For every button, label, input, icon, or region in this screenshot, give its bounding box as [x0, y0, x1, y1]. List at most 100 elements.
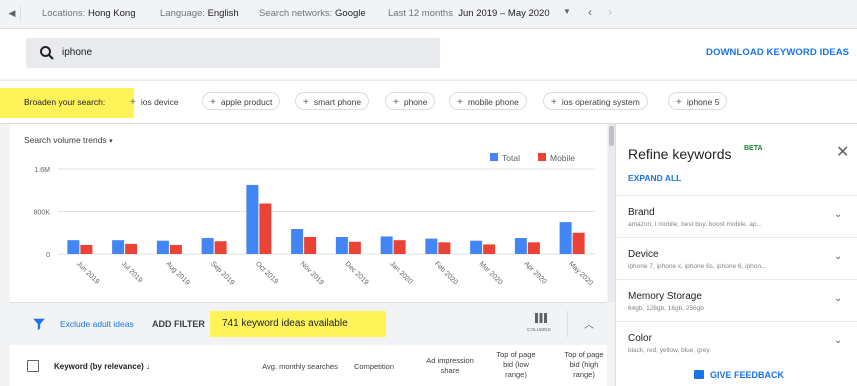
y-tick-label: 0 — [46, 252, 50, 259]
bar-mobile — [214, 241, 227, 254]
refine-section-device[interactable]: Device iphone 7, iphone x, iphone 6s, ip… — [616, 237, 857, 280]
location-setting[interactable]: Locations: Hong Kong — [42, 8, 136, 19]
x-tick-label: Dec 2019 — [343, 260, 369, 286]
bar-total — [156, 240, 169, 254]
competition-column-header[interactable]: Competition — [344, 362, 404, 372]
bar-total — [559, 222, 572, 254]
section-name: Color — [628, 333, 652, 344]
chip-label: iphone 5 — [686, 97, 720, 107]
refine-title: Refine keywords — [628, 146, 732, 162]
bar-total — [112, 240, 125, 254]
chip-label: mobile phone — [467, 97, 519, 107]
x-tick-label: Feb 2020 — [433, 260, 459, 286]
bar-mobile — [572, 232, 585, 254]
keyword-column-header[interactable]: Keyword (by relevance) ↓ — [54, 362, 150, 371]
bar-mobile — [393, 240, 406, 254]
plus-icon: + — [303, 97, 309, 108]
broaden-chip[interactable]: + phone — [385, 92, 436, 110]
refine-section-color[interactable]: Color black, red, yellow, blue, grey ⌄ — [616, 321, 857, 364]
section-name: Brand — [628, 207, 655, 218]
refine-section-brand[interactable]: Brand amazon, t mobile, best buy, boost … — [616, 195, 857, 238]
plus-icon: + — [457, 97, 463, 108]
bar-mobile — [169, 244, 182, 254]
y-tick-label: 1.6M — [34, 167, 50, 174]
scrollbar-thumb[interactable] — [609, 126, 614, 146]
networks-value: Google — [335, 8, 366, 19]
search-input[interactable]: iphone — [26, 38, 440, 68]
download-keyword-ideas-button[interactable]: DOWNLOAD KEYWORD IDEAS — [706, 47, 849, 58]
close-icon[interactable]: ✕ — [836, 142, 849, 162]
refine-section-memory-storage[interactable]: Memory Storage 64gb, 128gb, 16gb, 256gb … — [616, 279, 857, 322]
chip-label: apple product — [220, 97, 273, 107]
impression-share-column-header[interactable]: Ad impression share — [420, 356, 480, 376]
section-summary: 64gb, 128gb, 16gb, 256gb — [628, 305, 704, 312]
legend-label: Total — [502, 153, 520, 163]
give-feedback-button[interactable]: GIVE FEEDBACK — [694, 370, 784, 380]
chip-label: ios operating system — [561, 97, 640, 107]
bar-total — [514, 238, 527, 254]
bar-total — [425, 238, 438, 254]
chip-label: smart phone — [313, 97, 362, 107]
expand-all-button[interactable]: EXPAND ALL — [628, 173, 681, 183]
bar-total — [380, 236, 393, 254]
avg-searches-column-header[interactable]: Avg. monthly searches — [245, 362, 355, 372]
bid-low-column-header[interactable]: Top of page bid (low range) — [494, 350, 538, 380]
broaden-chip[interactable]: + ios device — [122, 92, 187, 110]
date-dropdown-icon[interactable]: ▼ — [563, 7, 571, 16]
bar-mobile — [348, 241, 361, 254]
language-setting[interactable]: Language: English — [160, 8, 239, 19]
section-name: Device — [628, 249, 659, 260]
prev-period-icon[interactable]: ‹ — [588, 5, 592, 19]
bar-total — [291, 229, 304, 254]
broaden-chip[interactable]: + ios operating system — [543, 92, 648, 110]
location-label: Locations: — [42, 8, 86, 19]
section-summary: black, red, yellow, blue, grey — [628, 347, 710, 354]
bar-total — [246, 184, 259, 254]
broaden-chip[interactable]: + smart phone — [295, 92, 370, 110]
broaden-search-bar: Broaden your search: + ios device + apple … — [0, 80, 857, 124]
period-label: Last 12 months — [388, 8, 453, 19]
networks-setting[interactable]: Search networks: Google — [259, 8, 366, 19]
broaden-chip[interactable]: + mobile phone — [449, 92, 527, 110]
search-volume-chart-panel: Search volume trends ▾ 0 800K 1.6M Total Mob… — [10, 124, 607, 302]
beta-badge: BETA — [744, 145, 763, 152]
x-tick-label: Nov 2019 — [299, 260, 325, 286]
select-all-checkbox[interactable] — [27, 360, 39, 372]
legend-swatch — [490, 153, 498, 161]
x-tick-label: Aug 2019 — [164, 260, 190, 286]
search-row: iphone DOWNLOAD KEYWORD IDEAS — [0, 29, 857, 79]
bid-high-column-header[interactable]: Top of page bid (high range) — [562, 350, 606, 380]
legend-label: Mobile — [550, 153, 575, 163]
plus-icon: + — [393, 97, 399, 108]
language-value: English — [207, 8, 239, 19]
search-icon — [40, 46, 54, 60]
chevron-down-icon: ⌄ — [834, 209, 843, 220]
bar-mobile — [527, 242, 540, 254]
filter-icon[interactable] — [32, 317, 46, 331]
y-tick-label: 800K — [34, 210, 51, 217]
bar-mobile — [259, 203, 272, 254]
collapse-arrow-icon[interactable]: ◀ — [4, 5, 21, 21]
bar-mobile — [483, 244, 496, 254]
feedback-icon — [694, 370, 704, 379]
next-period-icon[interactable]: › — [608, 5, 612, 19]
section-summary: iphone 7, iphone x, iphone 6s, iphone 6,… — [628, 263, 767, 270]
exclude-adult-ideas-link[interactable]: Exclude adult ideas — [60, 319, 134, 329]
collapse-chevron-icon[interactable]: ︿ — [584, 316, 594, 331]
columns-icon[interactable] — [535, 313, 547, 323]
x-tick-label: Mar 2020 — [478, 260, 504, 286]
feedback-label: GIVE FEEDBACK — [710, 370, 785, 380]
broaden-chip[interactable]: + iphone 5 — [668, 92, 728, 110]
x-tick-label: Jan 2020 — [388, 260, 413, 285]
columns-label: COLUMNS — [527, 327, 551, 332]
bar-mobile — [438, 242, 451, 254]
broaden-chip[interactable]: + apple product — [202, 92, 281, 110]
header-label: Keyword (by relevance) — [54, 362, 144, 371]
refine-keywords-panel: Refine keywords BETA ✕ EXPAND ALL Brand … — [615, 124, 857, 386]
x-tick-label: Jun 2019 — [75, 260, 100, 285]
scrollbar[interactable] — [608, 124, 615, 302]
keyword-table-header: Keyword (by relevance) ↓ Avg. monthly se… — [10, 345, 607, 386]
add-filter-button[interactable]: ADD FILTER — [152, 319, 205, 329]
bar-total — [335, 237, 348, 254]
date-range-setting[interactable]: Last 12 months Jun 2019 – May 2020 — [388, 8, 550, 19]
